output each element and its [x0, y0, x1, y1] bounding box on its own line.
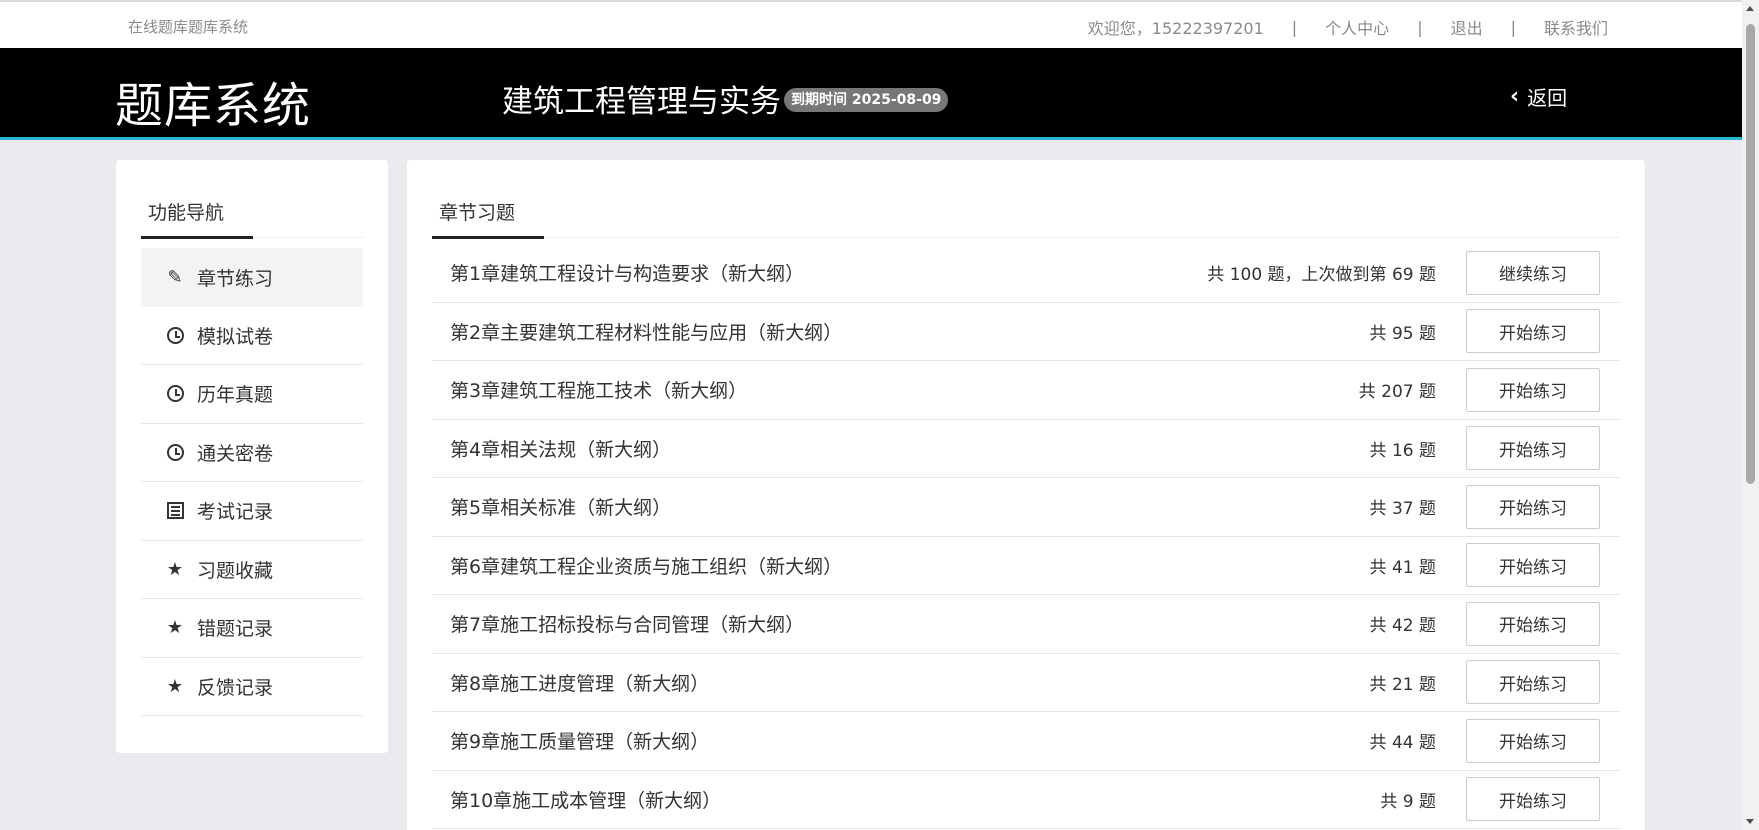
sidebar-item-label: 通关密卷 [197, 442, 274, 465]
list-item: 第3章建筑工程施工技术（新大纲） 共 207 题 开始练习 [432, 361, 1620, 420]
sidebar-item-label: 考试记录 [197, 501, 274, 524]
back-button[interactable]: ‹ 返回 [1510, 82, 1567, 111]
star-icon: ★ [166, 675, 184, 697]
main-title: 章节习题 [439, 202, 516, 224]
site-name: 在线题库题库系统 [128, 18, 249, 36]
practice-button[interactable]: 开始练习 [1466, 367, 1600, 412]
sidebar-nav: ✎ 章节练习 模拟试卷 历年真题 通关密卷 考试记录 ★ 习题收藏 ★ 错题记录 [141, 248, 363, 716]
separator: | [1510, 17, 1516, 37]
chapter-name: 第9章施工质量管理（新大纲） [450, 731, 710, 754]
list-item: 第10章施工成本管理（新大纲） 共 9 题 开始练习 [432, 771, 1620, 829]
list-item: 第4章相关法规（新大纲） 共 16 题 开始练习 [432, 420, 1620, 478]
practice-button[interactable]: 继续练习 [1466, 250, 1600, 295]
expiry-badge: 到期时间 2025-08-09 [784, 88, 949, 112]
star-icon: ★ [166, 617, 184, 639]
list-icon [165, 502, 185, 520]
sidebar-item-mock-exam[interactable]: 模拟试卷 [141, 307, 363, 365]
contact-link[interactable]: 联系我们 [1544, 15, 1608, 39]
sidebar-item-feedback[interactable]: ★ 反馈记录 [141, 658, 363, 716]
sidebar-item-label: 错题记录 [197, 618, 274, 641]
clock-icon [165, 385, 185, 403]
page-scrollbar[interactable] [1742, 0, 1759, 830]
scrollbar-thumb[interactable] [1746, 24, 1755, 484]
separator: | [1291, 17, 1298, 37]
sidebar-item-chapter-practice[interactable]: ✎ 章节练习 [141, 248, 363, 307]
title-underline [141, 236, 253, 239]
practice-button[interactable]: 开始练习 [1466, 309, 1600, 354]
main-panel: 章节习题 第1章建筑工程设计与构造要求（新大纲） 共 100 题，上次做到第 6… [407, 160, 1645, 830]
practice-button[interactable]: 开始练习 [1466, 660, 1600, 705]
scroll-down-icon[interactable] [1746, 819, 1754, 824]
clock-icon [165, 326, 185, 344]
title-underline [432, 236, 544, 239]
question-count: 共 100 题，上次做到第 69 题 [1207, 265, 1436, 286]
star-icon: ★ [166, 558, 184, 580]
chevron-left-icon: ‹ [1510, 84, 1520, 109]
main-header: 章节习题 [432, 160, 1620, 239]
scroll-up-icon[interactable] [1746, 6, 1754, 11]
chapter-name: 第2章主要建筑工程材料性能与应用（新大纲） [450, 321, 843, 344]
list-item: 第9章施工质量管理（新大纲） 共 44 题 开始练习 [432, 712, 1620, 771]
chapter-name: 第6章建筑工程企业资质与施工组织（新大纲） [450, 555, 843, 578]
chapter-name: 第5章相关标准（新大纲） [450, 497, 672, 520]
chapter-name: 第1章建筑工程设计与构造要求（新大纲） [450, 263, 805, 286]
chapter-name: 第8章施工进度管理（新大纲） [450, 672, 710, 695]
practice-button[interactable]: 开始练习 [1466, 718, 1600, 763]
pencil-icon: ✎ [167, 266, 183, 288]
top-bar-links: 欢迎您，15222397201 | 个人中心 | 退出 | 联系我们 [1088, 15, 1608, 39]
course-title: 建筑工程管理与实务 [502, 84, 781, 120]
question-count: 共 207 题 [1358, 382, 1436, 403]
question-count: 共 41 题 [1369, 557, 1436, 578]
clock-icon [165, 443, 185, 461]
question-count: 共 44 题 [1369, 733, 1436, 754]
practice-button[interactable]: 开始练习 [1466, 777, 1600, 822]
sidebar: 功能导航 ✎ 章节练习 模拟试卷 历年真题 通关密卷 考试记录 ★ 习题收藏 ★… [116, 160, 388, 753]
profile-link[interactable]: 个人中心 [1325, 15, 1389, 39]
question-count: 共 37 题 [1369, 499, 1436, 520]
sidebar-item-label: 章节练习 [197, 267, 274, 290]
chapter-name: 第10章施工成本管理（新大纲） [450, 789, 722, 812]
question-count: 共 9 题 [1380, 791, 1436, 812]
sidebar-item-past-papers[interactable]: 历年真题 [141, 365, 363, 424]
chapter-name: 第3章建筑工程施工技术（新大纲） [450, 380, 748, 403]
chapter-list: 第1章建筑工程设计与构造要求（新大纲） 共 100 题，上次做到第 69 题 继… [432, 244, 1620, 829]
list-item: 第5章相关标准（新大纲） 共 37 题 开始练习 [432, 478, 1620, 537]
question-count: 共 16 题 [1369, 440, 1436, 461]
list-item: 第7章施工招标投标与合同管理（新大纲） 共 42 题 开始练习 [432, 595, 1620, 654]
logo: 题库系统 [115, 78, 312, 134]
back-label: 返回 [1527, 86, 1568, 110]
sidebar-title: 功能导航 [148, 202, 225, 224]
separator: | [1417, 17, 1423, 37]
sidebar-item-exam-records[interactable]: 考试记录 [141, 482, 363, 541]
chapter-name: 第7章施工招标投标与合同管理（新大纲） [450, 614, 805, 637]
sidebar-item-favorites[interactable]: ★ 习题收藏 [141, 541, 363, 599]
sidebar-item-label: 习题收藏 [197, 559, 274, 582]
list-item: 第2章主要建筑工程材料性能与应用（新大纲） 共 95 题 开始练习 [432, 303, 1620, 361]
welcome-text: 欢迎您，15222397201 [1087, 19, 1264, 38]
header: 题库系统 建筑工程管理与实务 到期时间 2025-08-09 ‹ 返回 [0, 48, 1742, 140]
sidebar-header: 功能导航 [141, 160, 363, 239]
sidebar-item-label: 模拟试卷 [197, 325, 274, 348]
practice-button[interactable]: 开始练习 [1466, 426, 1600, 471]
logout-link[interactable]: 退出 [1451, 15, 1483, 39]
practice-button[interactable]: 开始练习 [1466, 543, 1600, 588]
question-count: 共 95 题 [1369, 323, 1436, 344]
sidebar-item-secret-papers[interactable]: 通关密卷 [141, 424, 363, 482]
sidebar-item-label: 历年真题 [197, 384, 274, 407]
practice-button[interactable]: 开始练习 [1466, 484, 1600, 529]
question-count: 共 21 题 [1369, 674, 1436, 695]
list-item: 第6章建筑工程企业资质与施工组织（新大纲） 共 41 题 开始练习 [432, 537, 1620, 595]
sidebar-item-label: 反馈记录 [197, 676, 274, 699]
list-item: 第1章建筑工程设计与构造要求（新大纲） 共 100 题，上次做到第 69 题 继… [432, 244, 1620, 303]
list-item: 第8章施工进度管理（新大纲） 共 21 题 开始练习 [432, 654, 1620, 712]
sidebar-item-wrong-answers[interactable]: ★ 错题记录 [141, 599, 363, 658]
chapter-name: 第4章相关法规（新大纲） [450, 438, 672, 461]
top-bar: 在线题库题库系统 欢迎您，15222397201 | 个人中心 | 退出 | 联… [0, 0, 1742, 48]
practice-button[interactable]: 开始练习 [1466, 601, 1600, 646]
question-count: 共 42 题 [1369, 616, 1436, 637]
